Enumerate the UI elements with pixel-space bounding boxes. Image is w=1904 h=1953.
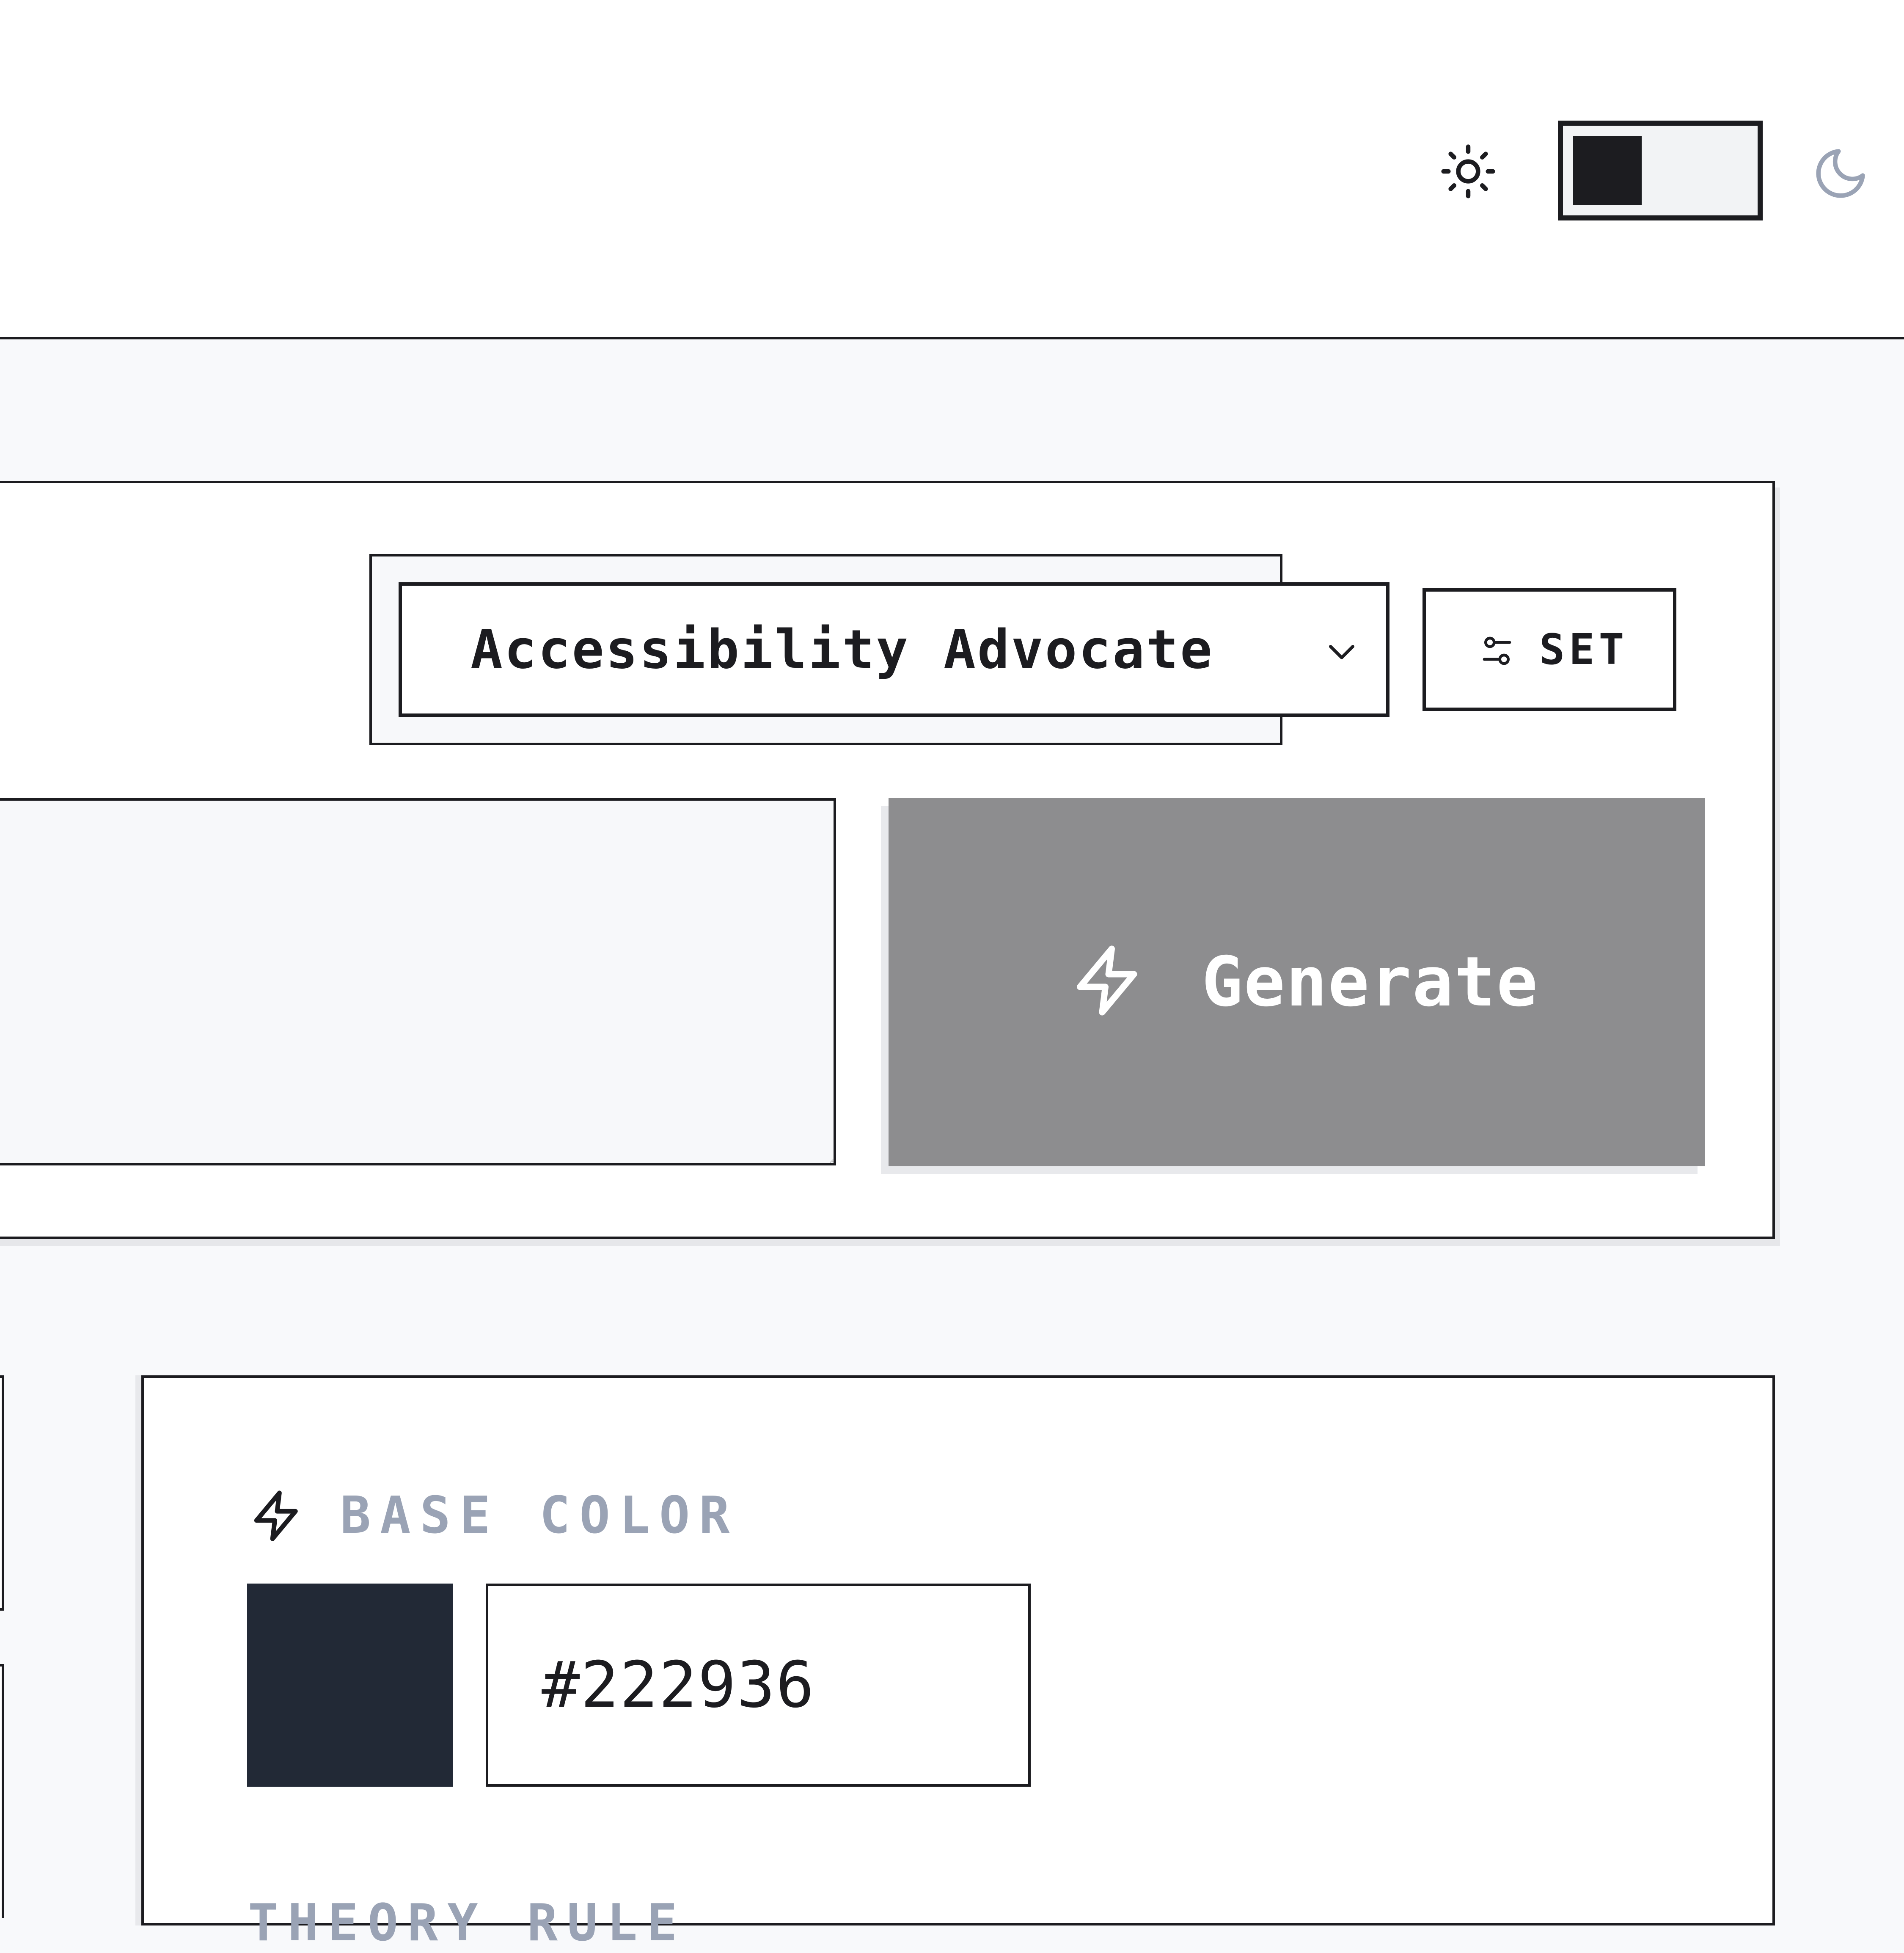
sun-icon[interactable] [1439,142,1498,201]
generate-label: Generate [1202,942,1539,1022]
persona-select[interactable]: Accessibility Advocate [399,582,1389,717]
theory-rule-label: THEORY RULE [248,1894,687,1953]
lightning-icon [250,1486,305,1545]
base-color-swatch[interactable] [247,1584,453,1787]
lightning-icon [1070,940,1147,1021]
base-color-label: BASE COLOR [340,1486,739,1545]
set-button[interactable]: SET [1422,588,1676,711]
sliders-icon [1480,634,1514,668]
persona-select-value: Accessibility Advocate [470,618,1214,680]
chevron-down-icon [1323,632,1361,670]
left-card-edge [0,1375,4,1611]
theme-toggle[interactable] [1558,121,1763,220]
moon-icon[interactable] [1811,144,1870,203]
set-button-label: SET [1539,625,1629,674]
generate-button[interactable]: Generate [889,798,1705,1166]
top-bar [0,0,1904,339]
prompt-input[interactable] [0,798,836,1165]
theme-toggle-knob [1574,137,1641,204]
left-card-edge [0,1664,4,1918]
base-color-hex-input[interactable] [486,1584,1031,1787]
